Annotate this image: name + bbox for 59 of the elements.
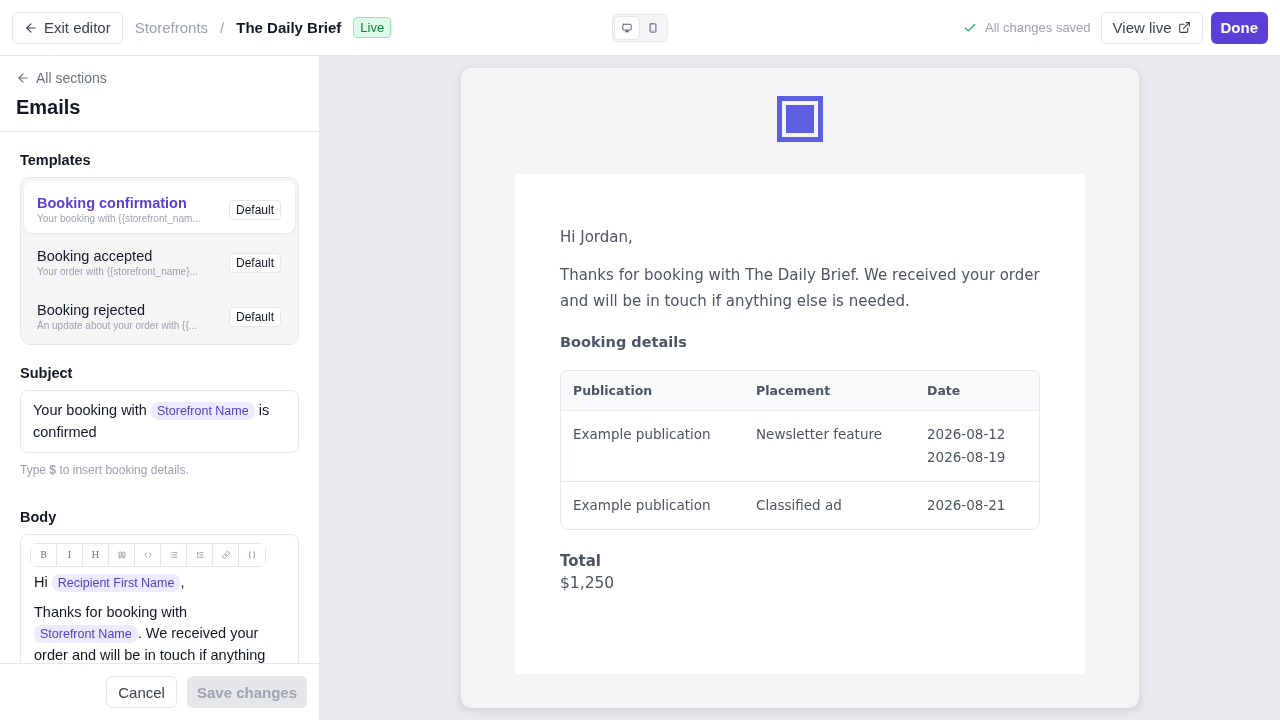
cancel-button[interactable]: Cancel [106, 676, 177, 708]
template-preview: Your order with {{storefront_name}... [37, 266, 199, 277]
template-item[interactable]: Booking rejected An update about your order with {{... Default [24, 287, 295, 341]
mobile-icon [648, 22, 658, 33]
table-cell-text: Classified ad [756, 496, 843, 515]
subject-field[interactable]: Your booking with Storefront Name is confirmed [20, 390, 299, 453]
body-paragraph: Hi Recipient First Name , [34, 573, 186, 594]
default-badge: Default [228, 252, 281, 273]
braces-icon [248, 551, 256, 559]
template-name: Booking accepted [37, 248, 154, 264]
template-item[interactable]: Booking confirmation Your booking with {{storefront_nam... Default [24, 181, 295, 233]
quote-icon [117, 551, 126, 559]
template-item[interactable]: Booking accepted Your order with {{storefront_name}... Default [24, 233, 295, 287]
breadcrumb-separator: / [220, 19, 225, 36]
default-badge: Default [228, 306, 281, 327]
variable-chip: Storefront Name [34, 625, 138, 643]
numbered-list-icon [195, 551, 204, 559]
column-header: Date [927, 383, 962, 398]
table-cell-text: Newsletter feature [756, 425, 883, 444]
field-label: Body [20, 509, 58, 525]
column-header: Placement [756, 383, 832, 398]
bullet-list-icon [169, 551, 178, 559]
total-label: Total [560, 552, 602, 570]
column-header: Publication [573, 383, 654, 398]
done-button[interactable]: Done [1210, 11, 1268, 44]
device-button[interactable] [615, 16, 639, 39]
greeting: Hi Jordan, [560, 227, 634, 248]
template-preview: Your booking with {{storefront_nam... [37, 213, 202, 224]
code-icon [143, 551, 152, 559]
helper-text: Type $ to insert booking details. [20, 463, 190, 477]
save-status: All changes saved [985, 20, 1091, 35]
format-button[interactable]: B [31, 544, 57, 566]
external-link-icon [1177, 21, 1191, 34]
template-name: Booking confirmation [37, 195, 188, 211]
table-cell-text: Example publication [573, 496, 712, 515]
status-badge: Live [353, 17, 392, 38]
default-badge: Default [228, 199, 281, 220]
link-icon [221, 551, 230, 559]
intro-text: Thanks for booking with The Daily Brief. We received your order and will be in touch if anything else is needed. [560, 265, 1040, 312]
total-amount: $1,250 [560, 574, 616, 592]
body-paragraph: Thanks for booking with Storefront Name . We received your order and will be in touch if anything [34, 603, 267, 663]
table-cell-text: 2026-08-12 [927, 425, 1007, 444]
template-name: Booking rejected [37, 302, 146, 318]
exit-editor-button[interactable]: Exit editor [12, 11, 123, 44]
variable-chip: Storefront Name [150, 402, 255, 420]
table-cell-text: Example publication [573, 425, 712, 444]
field-label: Templates [20, 152, 92, 168]
table-cell-text: 2026-08-21 [927, 496, 1007, 515]
all-sections-link[interactable]: All sections [16, 70, 107, 86]
details-heading: Booking details [560, 334, 688, 350]
table-cell-text: 2026-08-19 [927, 448, 1007, 467]
variable-chip: Recipient First Name [51, 574, 181, 592]
desktop-icon [622, 22, 632, 33]
field-label: Subject [20, 365, 74, 381]
storefront-title: The Daily Brief [236, 19, 342, 36]
logo-icon [777, 96, 823, 142]
template-preview: An update about your order with {{... [37, 320, 199, 331]
section-title: Emails [16, 96, 81, 119]
view-live-button[interactable]: View live [1100, 11, 1203, 44]
